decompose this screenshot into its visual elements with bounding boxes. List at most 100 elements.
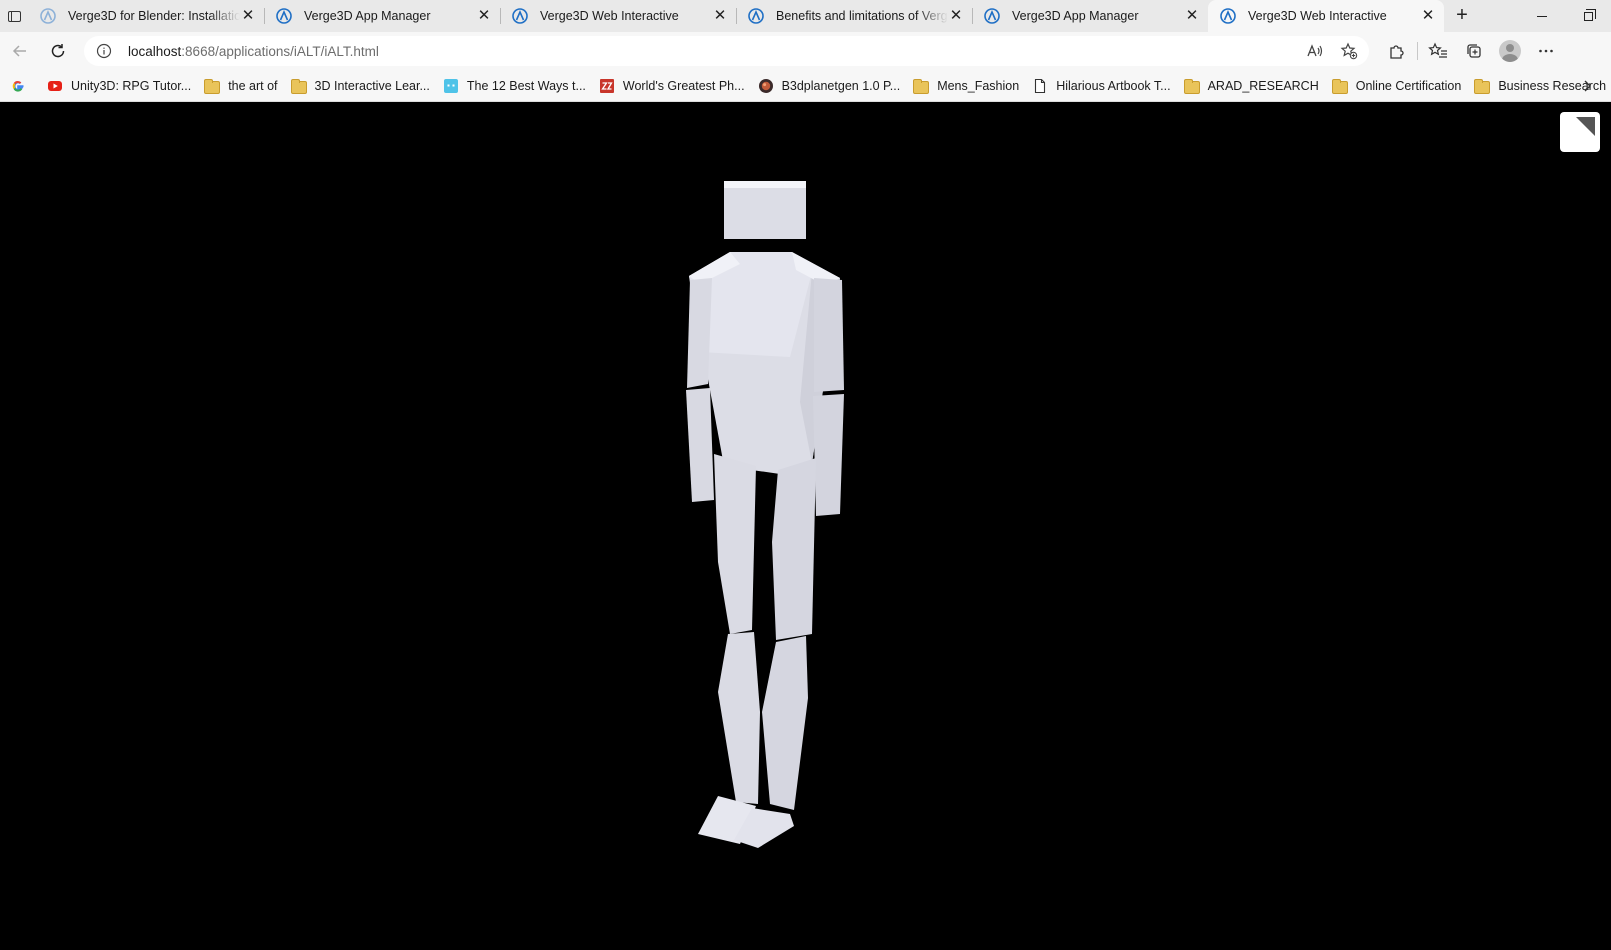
bookmark-folder[interactable]: ARAD_RESEARCH <box>1178 73 1326 99</box>
browser-toolbar: localhost:8668/applications/iALT/iALT.ht… <box>0 32 1611 70</box>
tab-list: Verge3D for Blender: Installation ✕ Verg… <box>28 0 1444 32</box>
tab-benefits-limitations[interactable]: Benefits and limitations of Verge ✕ <box>736 0 972 32</box>
back-button[interactable] <box>2 36 38 66</box>
youtube-icon <box>48 80 62 91</box>
url-host: localhost <box>128 43 182 59</box>
tab-title: Verge3D Web Interactive <box>1248 9 1387 23</box>
close-icon[interactable]: ✕ <box>240 8 256 24</box>
bookmark-item[interactable]: World's Greatest Ph... <box>593 73 752 99</box>
mannequin-forearm-right <box>813 394 844 516</box>
tab-verge3d-app-manager-2[interactable]: Verge3D App Manager ✕ <box>972 0 1208 32</box>
folder-icon <box>204 78 221 94</box>
refresh-button[interactable] <box>40 36 76 66</box>
bookmark-item[interactable]: The 12 Best Ways t... <box>437 73 593 99</box>
bookmark-label: The 12 Best Ways t... <box>466 78 586 93</box>
favorites-icon <box>1428 42 1447 58</box>
bookmark-item[interactable]: B3dplanetgen 1.0 P... <box>752 73 908 99</box>
bookmark-folder[interactable]: Mens_Fashion <box>907 73 1026 99</box>
more-bookmarks-button[interactable] <box>1575 74 1599 98</box>
chevron-right-icon <box>1584 80 1591 92</box>
bookmark-google[interactable] <box>4 73 41 99</box>
close-icon[interactable]: ✕ <box>1184 8 1200 24</box>
verge3d-icon <box>512 8 528 24</box>
mannequin-model <box>686 181 844 848</box>
close-icon[interactable]: ✕ <box>1420 8 1436 24</box>
verge3d-icon <box>748 8 764 24</box>
refresh-icon <box>51 44 65 58</box>
bookmark-label: ARAD_RESEARCH <box>1207 78 1319 93</box>
mannequin-shin-right <box>762 636 808 810</box>
bookmark-label: Unity3D: RPG Tutor... <box>71 78 192 93</box>
add-favorite-button[interactable] <box>1339 41 1359 61</box>
minimize-button[interactable] <box>1519 0 1565 32</box>
read-aloud-icon <box>1307 44 1323 57</box>
minimize-icon <box>1537 15 1547 17</box>
profile-button[interactable] <box>1492 36 1528 66</box>
mannequin-head-top <box>724 181 806 188</box>
folder-icon <box>913 78 930 94</box>
collections-icon <box>1467 44 1481 58</box>
bookmarks-bar: Unity3D: RPG Tutor... the art of 3D Inte… <box>0 70 1611 102</box>
site-icon <box>443 78 458 93</box>
folder-icon <box>290 78 307 94</box>
tab-actions-menu-button[interactable] <box>0 0 28 32</box>
avatar <box>1499 40 1521 62</box>
read-aloud-button[interactable] <box>1305 41 1325 61</box>
bookmark-label: the art of <box>228 78 278 93</box>
bookmark-folder[interactable]: 3D Interactive Lear... <box>285 73 437 99</box>
mannequin-upper-arm-right <box>814 278 844 392</box>
info-icon[interactable] <box>96 43 112 59</box>
url-text[interactable]: localhost:8668/applications/iALT/iALT.ht… <box>128 44 1291 59</box>
settings-more-button[interactable] <box>1528 36 1564 66</box>
bookmark-label: 3D Interactive Lear... <box>314 78 430 93</box>
bookmark-folder[interactable]: the art of <box>198 73 284 99</box>
mannequin-upper-arm-left <box>687 278 712 388</box>
bookmark-folder[interactable]: Online Certification <box>1326 73 1469 99</box>
mannequin-shin-left <box>718 632 760 804</box>
new-tab-button[interactable]: + <box>1446 0 1478 32</box>
bookmark-label: Mens_Fashion <box>937 78 1020 93</box>
folder-icon <box>1331 78 1348 94</box>
verge3d-icon <box>984 8 1000 24</box>
url-path: :8668/applications/iALT/iALT.html <box>181 43 379 59</box>
fullscreen-button[interactable] <box>1560 112 1600 152</box>
tab-title: Verge3D App Manager <box>304 9 431 23</box>
tab-title: Benefits and limitations of Verge <box>776 9 948 23</box>
puzzle-icon <box>1390 45 1404 59</box>
toolbar-separator <box>1417 42 1418 60</box>
bookmark-label: World's Greatest Ph... <box>622 78 745 93</box>
mannequin-thigh-left <box>714 454 756 634</box>
tab-title: Verge3D Web Interactive <box>540 9 679 23</box>
extensions-button[interactable] <box>1379 36 1415 66</box>
bookmark-label: Online Certification <box>1355 78 1462 93</box>
restore-icon <box>1583 8 1596 21</box>
star-plus-icon <box>1340 42 1358 60</box>
mannequin-forearm-left <box>686 388 714 502</box>
tab-verge3d-web-interactive[interactable]: Verge3D Web Interactive ✕ <box>500 0 736 32</box>
close-icon[interactable]: ✕ <box>712 8 728 24</box>
mannequin-head <box>724 183 806 239</box>
tab-title: Verge3D App Manager <box>1012 9 1139 23</box>
tab-strip: Verge3D for Blender: Installation ✕ Verg… <box>0 0 1611 32</box>
google-icon <box>12 80 24 92</box>
favorites-button[interactable] <box>1420 36 1456 66</box>
site-icon <box>599 78 614 93</box>
webgl-canvas[interactable] <box>0 102 1611 950</box>
site-icon <box>758 78 773 93</box>
window-controls <box>1519 0 1611 32</box>
close-icon[interactable]: ✕ <box>476 8 492 24</box>
bookmark-item[interactable]: Hilarious Artbook T... <box>1026 73 1177 99</box>
address-bar[interactable]: localhost:8668/applications/iALT/iALT.ht… <box>84 36 1369 66</box>
verge3d-icon <box>276 8 292 24</box>
mannequin-thigh-right <box>772 458 816 640</box>
folder-icon <box>1183 78 1200 94</box>
tab-verge3d-installation[interactable]: Verge3D for Blender: Installation ✕ <box>28 0 264 32</box>
verge3d-icon <box>40 8 56 24</box>
tab-verge3d-app-manager[interactable]: Verge3D App Manager ✕ <box>264 0 500 32</box>
tab-verge3d-web-interactive-active[interactable]: Verge3D Web Interactive ✕ <box>1208 0 1444 32</box>
bookmark-item[interactable]: Unity3D: RPG Tutor... <box>41 73 198 99</box>
more-icon <box>1539 49 1553 53</box>
close-icon[interactable]: ✕ <box>948 8 964 24</box>
collections-button[interactable] <box>1456 36 1492 66</box>
restore-button[interactable] <box>1565 0 1611 32</box>
